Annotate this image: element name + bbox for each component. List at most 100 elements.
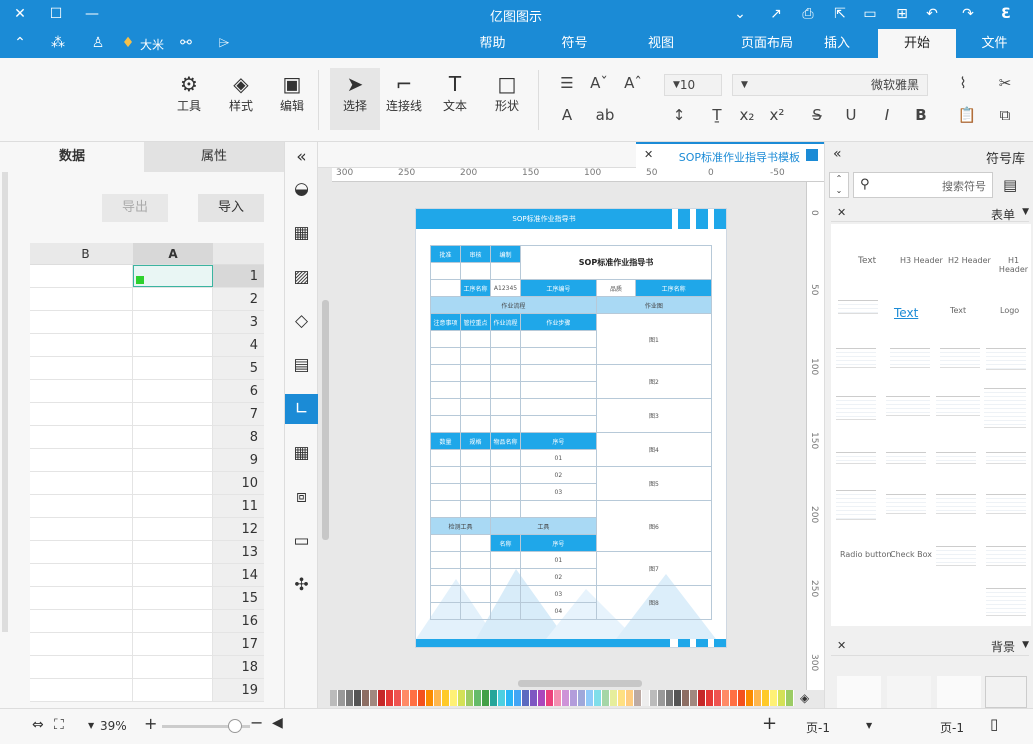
format-painter-icon[interactable]: ⌇ xyxy=(952,74,974,92)
table-cell[interactable]: 序号 xyxy=(520,432,597,450)
color-swatch[interactable] xyxy=(330,690,338,706)
page-layout-icon[interactable]: ▯ xyxy=(990,715,998,733)
table-cell[interactable] xyxy=(430,449,461,467)
row-header[interactable]: 1 xyxy=(213,265,264,287)
table-cell[interactable] xyxy=(460,347,491,365)
table-cell[interactable] xyxy=(430,568,461,586)
row-header[interactable]: 9 xyxy=(213,449,264,471)
table-cell[interactable]: 02 xyxy=(520,568,597,586)
bold-icon[interactable]: B xyxy=(910,106,932,124)
zoom-out-icon[interactable]: − xyxy=(250,713,263,732)
superscript-icon[interactable]: x² xyxy=(766,106,788,124)
table-cell[interactable] xyxy=(490,398,521,416)
table-cell[interactable] xyxy=(430,330,461,348)
row-header[interactable]: 5 xyxy=(213,357,264,379)
add-page-icon[interactable]: + xyxy=(762,713,777,734)
grid-cell[interactable] xyxy=(38,288,133,310)
color-swatch[interactable] xyxy=(442,690,450,706)
table-cell[interactable] xyxy=(490,483,521,501)
symbol-sample[interactable]: Text xyxy=(950,306,966,315)
color-swatch[interactable] xyxy=(706,690,714,706)
symbol-thumb[interactable] xyxy=(890,348,930,368)
section-header-form[interactable]: ✕ 表单 ▼ xyxy=(831,206,1029,222)
grid-cell[interactable] xyxy=(30,633,38,655)
apps-icon[interactable]: ⁂ xyxy=(48,34,68,52)
background-thumb[interactable] xyxy=(837,676,881,708)
color-swatch[interactable] xyxy=(634,690,642,706)
grid-cell[interactable] xyxy=(38,426,133,448)
color-swatch[interactable] xyxy=(514,690,522,706)
grid-cell[interactable] xyxy=(38,357,133,379)
table-cell[interactable] xyxy=(520,381,597,399)
table-cell[interactable]: 图5 xyxy=(595,466,713,501)
table-cell[interactable]: 序号 xyxy=(520,534,597,552)
color-swatch[interactable] xyxy=(522,690,530,706)
symbol-thumb[interactable] xyxy=(838,300,878,314)
data-icon[interactable]: ∟ xyxy=(285,394,318,424)
style-button[interactable]: ◈ 样式 xyxy=(224,70,258,114)
collapse-panel-icon[interactable]: « xyxy=(833,146,842,162)
color-swatch[interactable] xyxy=(482,690,490,706)
table-cell[interactable] xyxy=(520,330,597,348)
grid-cell[interactable] xyxy=(38,265,133,287)
symbol-thumb[interactable] xyxy=(836,348,876,368)
grid-cell[interactable] xyxy=(30,357,38,379)
search-input[interactable]: ⚲ 搜索符号 xyxy=(853,172,993,198)
table-cell[interactable] xyxy=(490,466,521,484)
grid-cell[interactable] xyxy=(38,334,133,356)
font-shrink-icon[interactable]: Aˇ xyxy=(588,74,610,92)
redo-icon[interactable]: ↷ xyxy=(958,5,978,23)
color-swatch[interactable] xyxy=(674,690,682,706)
color-swatch[interactable] xyxy=(434,690,442,706)
grid-cell[interactable] xyxy=(30,449,38,471)
color-swatch[interactable] xyxy=(738,690,746,706)
strikethrough-icon[interactable]: S̶ xyxy=(806,106,828,124)
grid-cell[interactable] xyxy=(38,449,133,471)
row-header[interactable]: 7 xyxy=(213,403,264,425)
table-cell[interactable]: 01 xyxy=(520,449,597,467)
table-cell[interactable]: 管控重点 xyxy=(460,313,491,331)
grid-cell[interactable] xyxy=(133,380,213,402)
grid-cell[interactable] xyxy=(30,380,38,402)
color-swatch[interactable] xyxy=(346,690,354,706)
grid-cell[interactable] xyxy=(38,587,133,609)
close-icon[interactable]: ✕ xyxy=(837,639,846,652)
table-cell[interactable] xyxy=(520,364,597,382)
grid-cell[interactable] xyxy=(133,518,213,540)
table-cell[interactable]: 图6 xyxy=(595,500,713,552)
shape-button[interactable]: □ 形状 xyxy=(488,70,526,114)
export-icon[interactable]: ⇱ xyxy=(830,5,850,23)
grid-cell[interactable] xyxy=(38,633,133,655)
table-cell[interactable]: 01 xyxy=(520,551,597,569)
symbol-thumb[interactable] xyxy=(986,588,1026,616)
symbol-thumb[interactable] xyxy=(986,494,1026,514)
table-cell[interactable]: 作业流程 xyxy=(430,296,597,314)
grid-cell[interactable] xyxy=(30,518,38,540)
grid-cell[interactable] xyxy=(30,311,38,333)
row-header[interactable]: 19 xyxy=(213,679,264,701)
table-cell[interactable] xyxy=(460,415,491,433)
grid-cell[interactable] xyxy=(133,541,213,563)
image-icon[interactable]: ▨ xyxy=(285,262,318,292)
undo-icon[interactable]: ↶ xyxy=(922,5,942,23)
grid-cell[interactable] xyxy=(38,472,133,494)
document-tab[interactable]: ✕ SOP标准作业指导书模板 xyxy=(636,142,824,168)
color-swatch[interactable] xyxy=(410,690,418,706)
color-swatch[interactable] xyxy=(554,690,562,706)
symbol-sample[interactable]: Logo xyxy=(1000,306,1019,315)
table-cell[interactable] xyxy=(430,500,461,518)
tab-4[interactable]: 视图 xyxy=(636,29,686,58)
tab-1[interactable]: 开始 xyxy=(878,29,956,58)
color-swatch[interactable] xyxy=(650,690,658,706)
symbol-thumb[interactable] xyxy=(986,348,1026,370)
table-cell[interactable] xyxy=(490,585,521,603)
symbol-sample[interactable]: H2 Header xyxy=(948,256,991,265)
color-swatch[interactable] xyxy=(546,690,554,706)
color-swatch[interactable] xyxy=(778,690,786,706)
chevron-down-icon[interactable]: ▼ xyxy=(88,721,94,730)
symbol-thumb[interactable] xyxy=(836,490,876,520)
collapse-panel-icon[interactable]: « xyxy=(285,142,318,172)
color-swatch[interactable] xyxy=(578,690,586,706)
table-cell[interactable] xyxy=(460,466,491,484)
grid-cell[interactable] xyxy=(30,495,38,517)
